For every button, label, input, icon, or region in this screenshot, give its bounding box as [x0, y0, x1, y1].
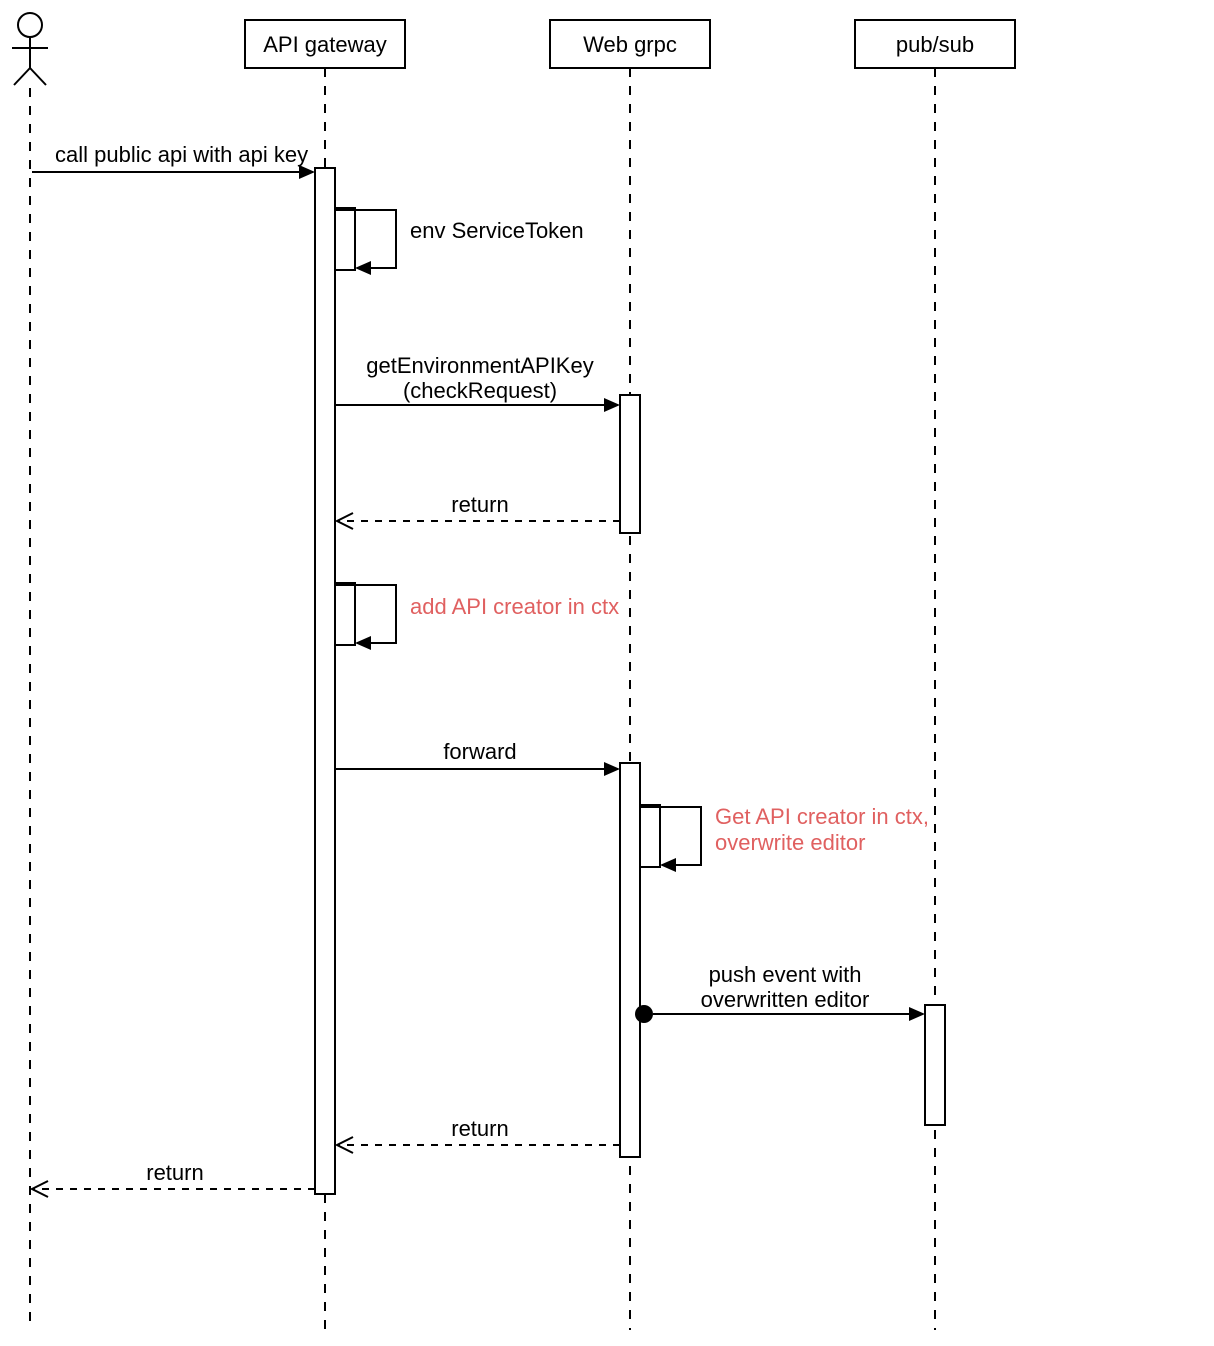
- web-grpc-activation-2: [620, 763, 640, 1157]
- self-activation-3: [640, 805, 660, 867]
- msg-env-token-label: env ServiceToken: [410, 218, 584, 243]
- msg-return-2-label: return: [451, 1116, 508, 1141]
- msg-get-env-key-label1: getEnvironmentAPIKey: [366, 353, 593, 378]
- msg-get-env-key-label2: (checkRequest): [403, 378, 557, 403]
- msg-return-1: return: [337, 492, 620, 529]
- pubsub-label: pub/sub: [896, 32, 974, 57]
- msg-push-event: push event with overwritten editor: [635, 962, 925, 1023]
- msg-add-creator-label: add API creator in ctx: [410, 594, 619, 619]
- web-grpc-label: Web grpc: [583, 32, 677, 57]
- sequence-diagram: API gateway Web grpc pub/sub call public…: [0, 0, 1214, 1346]
- msg-call-api: call public api with api key: [32, 142, 315, 179]
- msg-forward: forward: [335, 739, 620, 776]
- web-grpc-participant: Web grpc: [550, 20, 710, 68]
- msg-env-token: env ServiceToken: [335, 210, 584, 275]
- msg-get-env-key: getEnvironmentAPIKey (checkRequest): [335, 353, 620, 412]
- api-gateway-participant: API gateway: [245, 20, 405, 68]
- pubsub-activation: [925, 1005, 945, 1125]
- msg-return-2: return: [337, 1116, 620, 1153]
- api-gateway-label: API gateway: [263, 32, 387, 57]
- msg-forward-label: forward: [443, 739, 516, 764]
- actor-participant: [12, 13, 48, 85]
- msg-return-3: return: [32, 1160, 315, 1197]
- msg-get-creator-label2: overwrite editor: [715, 830, 865, 855]
- msg-return-3-label: return: [146, 1160, 203, 1185]
- msg-push-event-label2: overwritten editor: [701, 987, 870, 1012]
- msg-push-event-label1: push event with: [709, 962, 862, 987]
- self-activation-1: [335, 208, 355, 270]
- msg-add-creator: add API creator in ctx: [335, 585, 619, 650]
- msg-get-creator-label1: Get API creator in ctx,: [715, 804, 929, 829]
- msg-call-api-label: call public api with api key: [55, 142, 308, 167]
- msg-get-creator: Get API creator in ctx, overwrite editor: [640, 804, 929, 872]
- web-grpc-activation-1: [620, 395, 640, 533]
- pubsub-participant: pub/sub: [855, 20, 1015, 68]
- api-gateway-activation: [315, 168, 335, 1194]
- self-activation-2: [335, 583, 355, 645]
- msg-return-1-label: return: [451, 492, 508, 517]
